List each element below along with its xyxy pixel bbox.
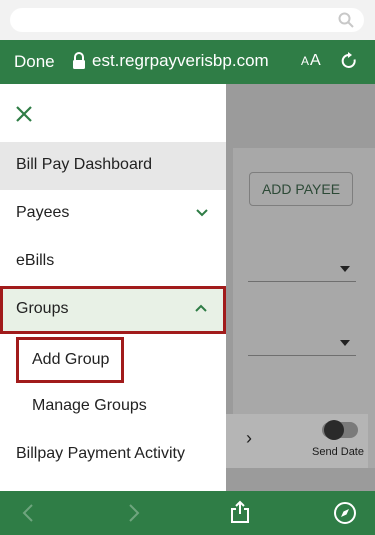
menu-item-label: Groups: [16, 300, 69, 317]
text-size-button[interactable]: AA: [301, 52, 322, 70]
text-size-small-label: A: [301, 54, 311, 68]
background-payment-row: › Send Date: [226, 414, 368, 468]
search-field[interactable]: [10, 8, 364, 32]
menu-item-groups[interactable]: Groups: [0, 286, 226, 334]
menu-item-payees[interactable]: Payees: [0, 190, 226, 238]
done-button[interactable]: Done: [14, 52, 55, 72]
navigation-drawer: Bill Pay Dashboard Payees eBills Groups …: [0, 84, 226, 491]
share-icon[interactable]: [230, 500, 250, 524]
send-date-label: Send Date: [312, 446, 364, 458]
add-payee-button: ADD PAYEE: [249, 172, 353, 206]
compass-icon[interactable]: [333, 501, 357, 525]
menu-item-label: Payees: [16, 204, 70, 221]
top-search-area: [0, 0, 375, 40]
chevron-right-icon: ›: [246, 428, 252, 448]
menu-item-label: Billpay Payment Activity: [16, 445, 185, 462]
menu-item-label: eBills: [16, 252, 55, 269]
caret-down-icon: [340, 340, 350, 346]
background-select-1: [248, 256, 356, 282]
submenu-item-manage-groups[interactable]: Manage Groups: [0, 383, 226, 431]
chevron-up-icon: [195, 304, 207, 312]
text-size-big-label: A: [310, 52, 322, 69]
lock-icon: [73, 52, 85, 69]
toggle-knob: [324, 420, 344, 440]
chevron-down-icon: [196, 209, 208, 217]
menu-item-label: Bill Pay Dashboard: [16, 156, 153, 173]
forward-arrow-icon[interactable]: [126, 503, 142, 523]
close-icon[interactable]: [14, 104, 34, 124]
reload-icon[interactable]: [339, 51, 359, 71]
menu-item-bill-pay-dashboard[interactable]: Bill Pay Dashboard: [0, 142, 226, 190]
url-text[interactable]: est.regrpayverisbp.com: [92, 51, 269, 71]
browser-bottom-toolbar: [0, 491, 375, 535]
submenu-item-add-group[interactable]: Add Group: [16, 337, 124, 383]
menu-item-ebills[interactable]: eBills: [0, 238, 226, 286]
menu-item-billpay-payment-activity[interactable]: Billpay Payment Activity: [0, 431, 226, 479]
back-arrow-icon[interactable]: [20, 503, 36, 523]
background-select-2: [248, 330, 356, 356]
search-icon: [338, 12, 354, 28]
send-date-toggle: [322, 420, 358, 440]
browser-header: Done est.regrpayverisbp.com AA: [0, 40, 375, 84]
submenu-item-label: Manage Groups: [32, 397, 147, 414]
background-page-overlay: ADD PAYEE › Send Date: [226, 84, 375, 491]
submenu-item-label: Add Group: [32, 351, 110, 368]
caret-down-icon: [340, 266, 350, 272]
